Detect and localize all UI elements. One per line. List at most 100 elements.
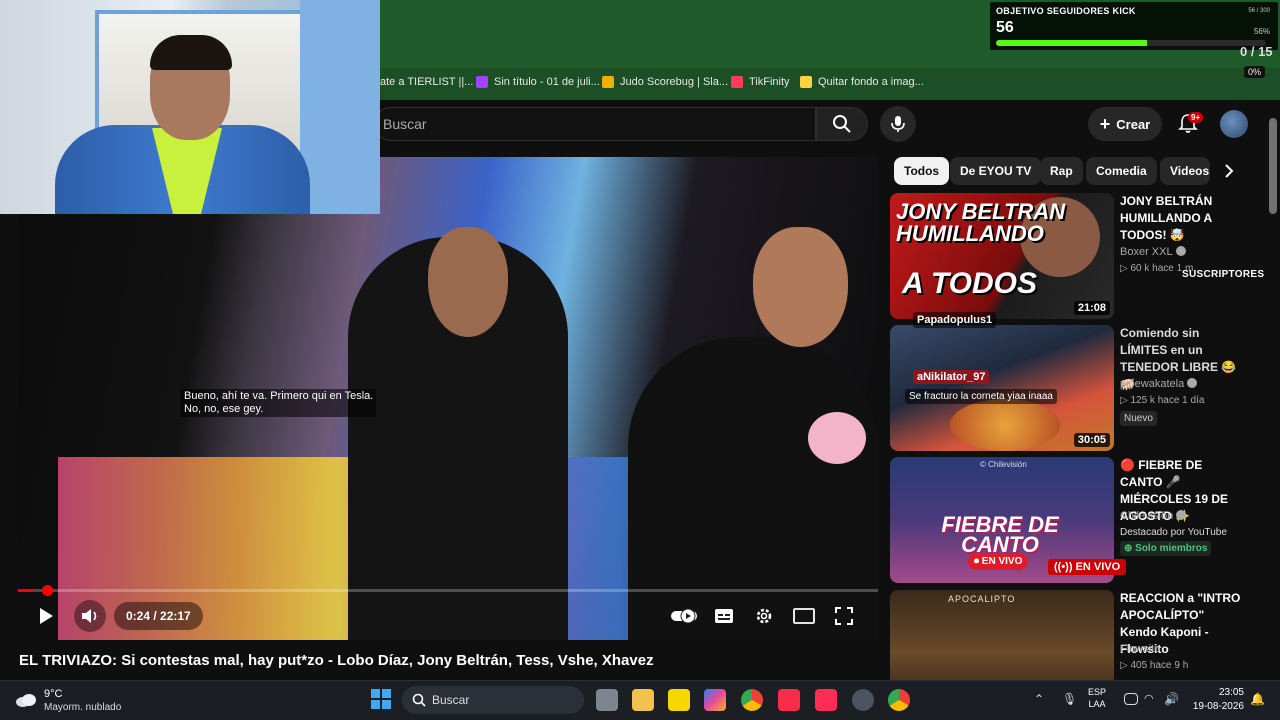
search-input[interactable]: Buscar [374, 107, 816, 141]
kick-counter: 0 / 15 [1240, 44, 1273, 59]
recommended-video-4[interactable]: APOCALIPTO REACCION a "INTRO APOCALÍPTO"… [890, 590, 1270, 680]
subtitles-button[interactable] [712, 604, 736, 628]
autoplay-toggle[interactable] [670, 608, 698, 624]
featured-label: Destacado por YouTube [1120, 527, 1227, 538]
members-only-badge: ⊕ Solo miembros [1120, 541, 1212, 556]
video-thumbnail[interactable]: 30:05 [890, 325, 1114, 451]
task-view-icon[interactable] [596, 689, 618, 711]
video-meta: ▷ 405 hace 9 h [1120, 660, 1189, 671]
chip-comedia[interactable]: Comedia [1086, 157, 1157, 185]
tray-clock[interactable]: 23:05 19-08-2026 [1186, 686, 1244, 714]
webcam-overlay [0, 0, 380, 214]
copilot-icon[interactable] [704, 689, 726, 711]
bookmark-quitar-fondo[interactable]: Quitar fondo a imag... [800, 76, 924, 88]
thumbnail-text: FIEBRE DE CANTO [941, 512, 1059, 557]
chat-overlay-username: Papadopulus1 [913, 312, 997, 328]
video-player[interactable] [18, 157, 878, 640]
kick-follower-goal-overlay: OBJETIVO SEGUIDORES KICK 56 / 300 56 56% [990, 2, 1278, 50]
channel-name[interactable]: Chilevisión [1120, 510, 1187, 522]
microphone-icon [891, 116, 905, 132]
bookmark-label: Sin título - 01 de juli... [494, 76, 600, 88]
weather-widget[interactable]: 9°C Mayorm. nublado [14, 684, 144, 716]
tray-microphone-icon[interactable]: 🎙 [1062, 692, 1077, 708]
chrome-active-icon[interactable] [888, 689, 910, 711]
tray-chevron-up-icon[interactable]: ⌃ [1034, 692, 1048, 706]
channel-name-text: pipewakatela [1120, 378, 1185, 390]
notification-center-icon[interactable]: 🔔 [1250, 692, 1265, 706]
video-scrubber-handle[interactable] [42, 585, 53, 596]
bookmark-icon [800, 76, 812, 88]
video-thumbnail[interactable]: APOCALIPTO [890, 590, 1114, 680]
create-button[interactable]: + Crear [1088, 107, 1162, 141]
thumbnail-food [950, 399, 1060, 451]
tray-language[interactable]: ESP LAA [1088, 686, 1106, 710]
bookmark-tikfinity[interactable]: TikFinity [731, 76, 790, 88]
shirt-logo [808, 412, 866, 464]
bookmark-label: TikFinity [749, 76, 790, 88]
new-badge: Nuevo [1120, 411, 1157, 426]
webcam-wall-background [300, 0, 380, 214]
recommended-video-2[interactable]: 30:05 Comiendo sin LÍMITES en un TENEDOR… [890, 325, 1270, 451]
play-button[interactable] [34, 604, 58, 628]
live-badge: ((•)) EN VIVO [1048, 559, 1127, 575]
taskbar-search-label: Buscar [432, 693, 470, 707]
video-progress-fill [18, 589, 34, 592]
account-avatar[interactable] [1220, 110, 1248, 138]
taskbar-search[interactable]: Buscar [402, 686, 584, 714]
fullscreen-icon [835, 607, 853, 625]
chrome-icon[interactable] [741, 689, 763, 711]
thumbnail-channel-logo: © Chilevisión [980, 460, 1027, 469]
verified-icon [1187, 378, 1198, 388]
voice-search-button[interactable] [880, 106, 916, 142]
search-icon [833, 115, 851, 133]
tray-wifi-icon[interactable]: ◠ [1144, 692, 1158, 706]
bookmark-sin-titulo[interactable]: Sin título - 01 de juli... [476, 76, 600, 88]
bookmark-label: ate a TIERLIST ||... [380, 76, 474, 88]
channel-name[interactable]: Boxer XXL [1120, 246, 1186, 258]
chevron-right-icon[interactable] [1218, 160, 1240, 182]
channel-name[interactable]: pipewakatela [1120, 378, 1198, 390]
chip-de-eyou-tv[interactable]: De EYOU TV [950, 157, 1042, 185]
thumbnail-text: JONY BELTRAN HUMILLANDO [896, 199, 1066, 246]
channel-name[interactable]: Flowsito [1120, 643, 1160, 655]
kick-goal-percent: 56% [1253, 27, 1270, 36]
bookmark-tierlist[interactable]: ate a TIERLIST ||... [380, 76, 473, 88]
video-thumbnail[interactable]: JONY BELTRAN HUMILLANDO A TODOS 21:08 [890, 193, 1114, 319]
obs-icon[interactable] [852, 689, 874, 711]
tray-language-top: ESP [1088, 687, 1107, 697]
scrollbar-thumb[interactable] [1269, 118, 1277, 214]
chip-todos[interactable]: Todos [894, 157, 950, 185]
search-button[interactable] [816, 107, 868, 141]
theater-mode-button[interactable] [792, 604, 816, 628]
fullscreen-button[interactable] [832, 604, 856, 628]
thumbnail-text: A TODOS [902, 267, 1038, 300]
webcam-person-hair [150, 35, 232, 70]
kick-goal-title: OBJETIVO SEGUIDORES KICK [996, 6, 1136, 16]
recommended-video-1[interactable]: JONY BELTRAN HUMILLANDO A TODOS 21:08 JO… [890, 193, 1270, 319]
bookmark-judo-scorebug[interactable]: Judo Scorebug | Sla... [602, 76, 728, 88]
tiktok-icon[interactable] [815, 689, 837, 711]
kick-goal-count: 56 [996, 19, 1014, 36]
video-title[interactable]: JONY BELTRÁN HUMILLANDO A TODOS! 🤯 [1120, 193, 1244, 244]
file-explorer-icon[interactable] [632, 689, 654, 711]
sticky-notes-icon[interactable] [668, 689, 690, 711]
settings-button[interactable] [752, 604, 776, 628]
tray-volume-icon[interactable]: 🔊 [1164, 692, 1179, 706]
bookmark-icon [476, 76, 488, 88]
video-title: EL TRIVIAZO: Si contestas mal, hay put*z… [19, 652, 654, 669]
volume-button[interactable] [74, 600, 106, 632]
chat-overlay-username: aNikilator_97 [913, 370, 990, 384]
tray-display-icon[interactable] [1124, 693, 1138, 705]
tray-language-bottom: LAA [1088, 699, 1106, 709]
video-duration: 21:08 [1073, 301, 1110, 315]
play-icon [40, 608, 53, 624]
video-progress-bar[interactable] [18, 589, 878, 592]
verified-icon [1175, 246, 1186, 256]
chip-rap[interactable]: Rap [1040, 157, 1083, 185]
plus-icon: + [1099, 114, 1111, 134]
chip-videos[interactable]: Videos [1160, 157, 1210, 185]
bookmark-icon [602, 76, 614, 88]
notifications-badge: 9+ [1188, 112, 1204, 123]
music-icon[interactable] [778, 689, 800, 711]
windows-start-icon[interactable] [370, 688, 392, 710]
